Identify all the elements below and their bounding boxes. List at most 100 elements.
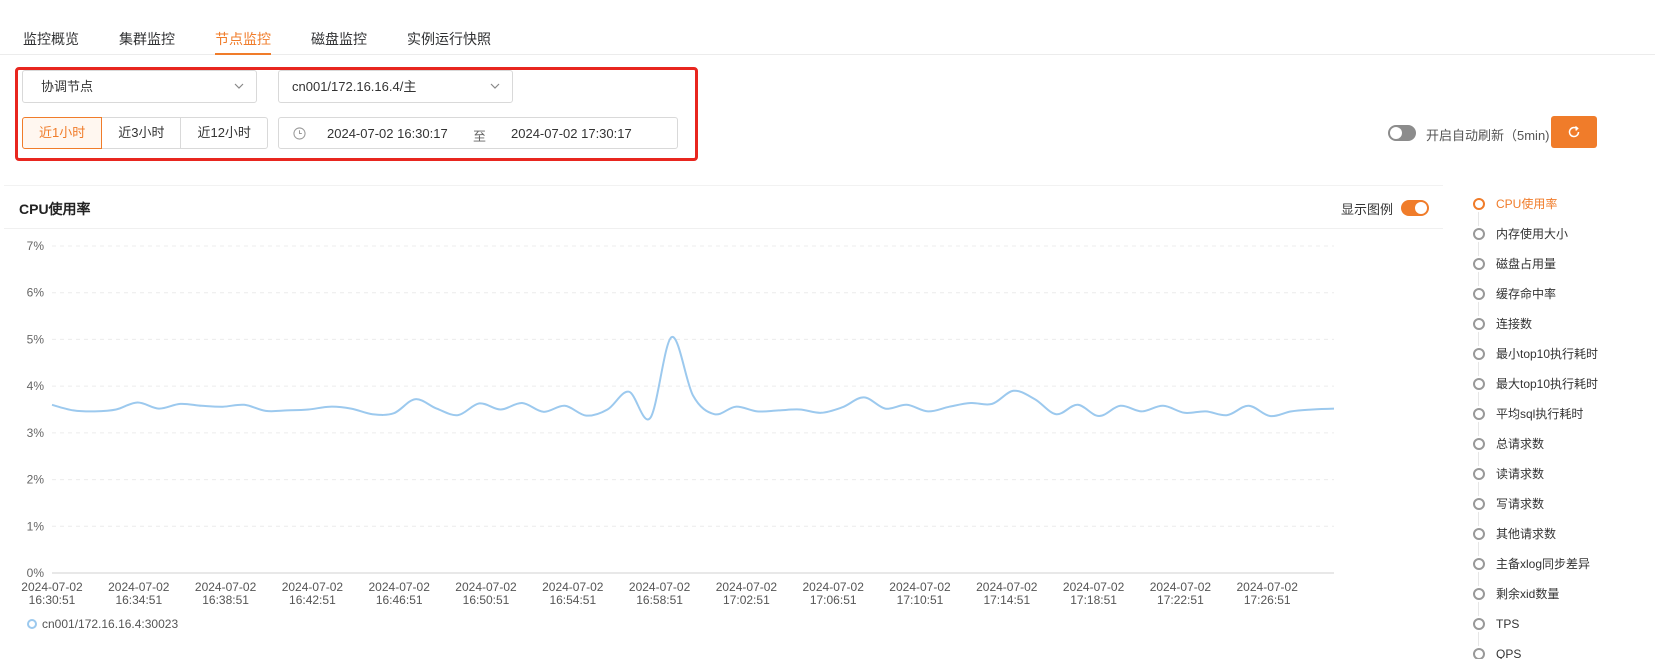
radio-icon	[1473, 648, 1485, 659]
connector-line	[1478, 482, 1479, 496]
series-line	[51, 336, 1335, 421]
date-end-input[interactable]: 2024-07-02 17:30:17	[511, 126, 632, 141]
radio-icon	[1473, 258, 1485, 270]
node-type-select[interactable]: 协调节点	[22, 70, 257, 103]
connector-line	[1478, 512, 1479, 526]
y-tick-label: 6%	[27, 286, 45, 300]
metric-item[interactable]: 磁盘占用量	[1466, 256, 1655, 286]
connector-line	[1478, 572, 1479, 586]
date-separator: 至	[473, 129, 487, 144]
node-instance-value: cn001/172.16.16.4/主	[292, 79, 417, 94]
node-instance-select[interactable]: cn001/172.16.16.4/主	[278, 70, 513, 103]
node-type-value: 协调节点	[41, 79, 94, 94]
metric-item-label: 写请求数	[1496, 497, 1545, 511]
chevron-down-icon	[234, 83, 244, 89]
connector-line	[1478, 332, 1479, 346]
x-tick-label: 2024-07-02 17:10:51	[889, 580, 951, 607]
x-tick-label: 2024-07-02 16:34:51	[108, 580, 170, 607]
chevron-down-icon	[490, 83, 500, 89]
metric-item[interactable]: 缓存命中率	[1466, 286, 1655, 316]
radio-icon	[1473, 528, 1485, 540]
x-tick-label: 2024-07-02 17:02:51	[716, 580, 778, 607]
cpu-line-chart: 0% 1% 2% 3% 4% 5% 6% 7% 2024-07-02 16:30:51 2024-0…	[21, 239, 1335, 631]
legend-marker-icon	[27, 619, 37, 629]
metric-item[interactable]: 其他请求数	[1466, 526, 1655, 556]
tab-instance-snapshot[interactable]: 实例运行快照	[407, 29, 491, 55]
connector-line	[1478, 422, 1479, 436]
x-tick-label: 2024-07-02 16:54:51	[542, 580, 604, 607]
metric-item[interactable]: 最小top10执行耗时	[1466, 346, 1655, 376]
metric-item-label: 读请求数	[1496, 467, 1545, 481]
metric-item[interactable]: 平均sql执行耗时	[1466, 406, 1655, 436]
range-3h-button[interactable]: 近3小时	[101, 117, 182, 149]
y-tick-label: 7%	[27, 239, 45, 253]
metric-item-label: 总请求数	[1496, 437, 1545, 451]
metric-nav-list: CPU使用率 内存使用大小 磁盘占用量缓存命中率连接数最小top10执行耗时最大to…	[1466, 196, 1655, 659]
metric-item[interactable]: 读请求数	[1466, 466, 1655, 496]
connector-line	[1478, 602, 1479, 616]
metric-item[interactable]: 总请求数	[1466, 436, 1655, 466]
metric-item[interactable]: 写请求数	[1466, 496, 1655, 526]
metric-item-label: TPS	[1496, 617, 1520, 631]
range-12h-button[interactable]: 近12小时	[180, 117, 268, 149]
auto-refresh-label: 开启自动刷新（5min)	[1426, 128, 1550, 143]
radio-icon	[1473, 408, 1485, 420]
metric-item[interactable]: 内存使用大小	[1466, 226, 1655, 256]
clock-icon	[293, 127, 306, 140]
y-tick-label: 5%	[27, 332, 45, 346]
metric-item-label: 其他请求数	[1496, 527, 1557, 541]
y-tick-label: 1%	[27, 519, 45, 533]
y-tick-label: 4%	[27, 379, 45, 393]
radio-icon	[1473, 618, 1485, 630]
connector-line	[1478, 302, 1479, 316]
date-range-picker[interactable]: 2024-07-02 16:30:17 至 2024-07-02 17:30:1…	[278, 117, 678, 149]
x-tick-label: 2024-07-02 17:06:51	[803, 580, 865, 607]
metric-item-label: 连接数	[1496, 317, 1533, 331]
metric-item-label: 缓存命中率	[1496, 287, 1557, 301]
metric-item[interactable]: QPS	[1466, 646, 1655, 659]
radio-icon	[1473, 558, 1485, 570]
radio-icon	[1473, 198, 1485, 210]
x-tick-label: 2024-07-02 16:46:51	[369, 580, 431, 607]
connector-line	[1478, 242, 1479, 256]
radio-icon	[1473, 228, 1485, 240]
x-tick-label: 2024-07-02 17:14:51	[976, 580, 1038, 607]
tab-cluster-monitor[interactable]: 集群监控	[119, 29, 175, 55]
radio-icon	[1473, 288, 1485, 300]
range-1h-button[interactable]: 近1小时	[22, 117, 103, 149]
radio-icon	[1473, 318, 1485, 330]
metric-item-label: 内存使用大小	[1496, 227, 1569, 241]
x-tick-label: 2024-07-02 16:42:51	[282, 580, 344, 607]
connector-line	[1478, 212, 1479, 226]
connector-line	[1478, 632, 1479, 646]
refresh-button[interactable]	[1551, 116, 1597, 148]
metric-item-label: 磁盘占用量	[1496, 257, 1557, 271]
metric-item-label: 主备xlog同步差异	[1496, 557, 1591, 571]
metric-item-label: 剩余xid数量	[1496, 587, 1560, 601]
metric-item[interactable]: 连接数	[1466, 316, 1655, 346]
tab-node-monitor[interactable]: 节点监控	[215, 29, 271, 55]
connector-line	[1478, 452, 1479, 466]
date-start-input[interactable]: 2024-07-02 16:30:17	[327, 126, 448, 141]
connector-line	[1478, 272, 1479, 286]
metric-item-label: QPS	[1496, 647, 1522, 659]
metric-item[interactable]: 主备xlog同步差异	[1466, 556, 1655, 586]
metric-item-label: 最小top10执行耗时	[1496, 347, 1599, 361]
tab-disk-monitor[interactable]: 磁盘监控	[311, 29, 367, 55]
metric-item[interactable]: 剩余xid数量	[1466, 586, 1655, 616]
tab-monitor-overview[interactable]: 监控概览	[23, 29, 79, 55]
connector-line	[1478, 392, 1479, 406]
monitor-tabs: 监控概览 集群监控 节点监控 磁盘监控 实例运行快照	[0, 0, 1655, 55]
y-tick-label: 3%	[27, 426, 45, 440]
metric-item[interactable]: TPS	[1466, 616, 1655, 646]
metric-item[interactable]: CPU使用率	[1466, 196, 1655, 226]
x-tick-label: 2024-07-02 16:50:51	[455, 580, 517, 607]
legend-series-label[interactable]: cn001/172.16.16.4:30023	[42, 617, 178, 631]
toggle-knob	[1390, 127, 1402, 139]
metric-item[interactable]: 最大top10执行耗时	[1466, 376, 1655, 406]
radio-icon	[1473, 378, 1485, 390]
x-tick-label: 2024-07-02 17:22:51	[1150, 580, 1212, 607]
y-tick-label: 2%	[27, 473, 45, 487]
connector-line	[1478, 542, 1479, 556]
auto-refresh-toggle[interactable]	[1388, 125, 1416, 141]
